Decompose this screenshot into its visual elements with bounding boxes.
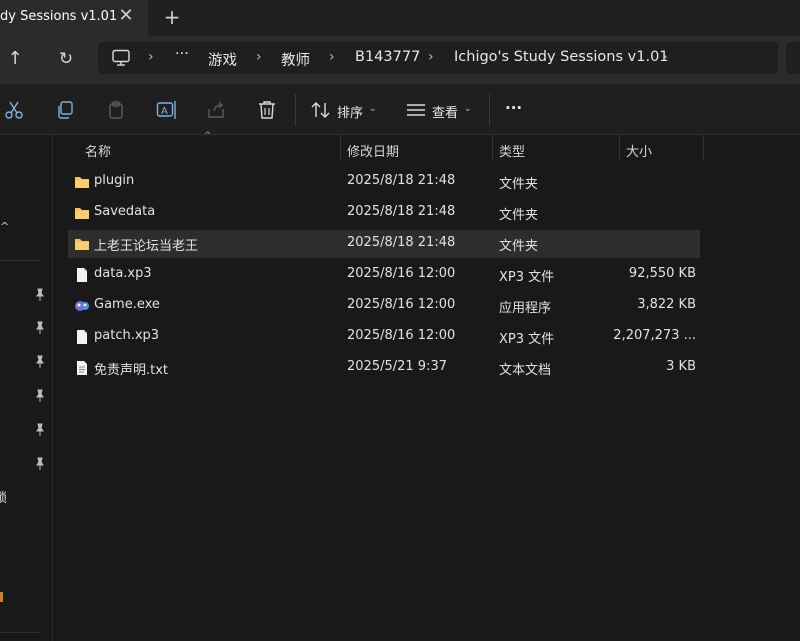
- nav-divider: [0, 260, 41, 261]
- tab-title: dy Sessions v1.01: [0, 9, 118, 24]
- file-name: data.xp3: [94, 266, 152, 281]
- breadcrumb-separator-icon[interactable]: ›: [428, 49, 434, 65]
- sort-ascending-icon: ^: [204, 131, 212, 141]
- column-header-size[interactable]: 大小: [626, 141, 652, 160]
- file-size: 92,550 KB: [628, 266, 696, 281]
- new-tab-icon[interactable]: +: [160, 4, 184, 30]
- file-type: 文件夹: [499, 177, 539, 192]
- file-modified: 2025/8/18 21:48: [347, 235, 456, 250]
- file-row-game-exe[interactable]: Game.exe 2025/8/16 12:00 应用程序 3,822 KB: [68, 292, 700, 320]
- file-modified: 2025/8/16 12:00: [347, 297, 456, 312]
- file-type: XP3 文件: [499, 270, 555, 285]
- breadcrumb-item[interactable]: 游戏: [208, 49, 237, 70]
- nav-item-fragment-icon: [0, 592, 3, 602]
- delete-icon[interactable]: [258, 100, 276, 120]
- file-row-savedata[interactable]: Savedata 2025/8/18 21:48 文件夹: [68, 199, 700, 227]
- file-icon: [77, 268, 87, 282]
- file-modified: 2025/8/16 12:00: [347, 266, 456, 281]
- file-icon: [77, 330, 87, 344]
- file-size: 2,207,273 ...: [613, 328, 696, 343]
- text-file-icon: [77, 361, 87, 375]
- pin-icon[interactable]: [33, 321, 47, 335]
- file-name: 上老王论坛当老王: [94, 239, 199, 254]
- file-modified: 2025/8/18 21:48: [347, 204, 456, 219]
- file-row-disclaimer-txt[interactable]: 免责声明.txt 2025/5/21 9:37 文本文档 3 KB: [68, 354, 700, 382]
- monitor-icon[interactable]: [111, 49, 131, 67]
- breadcrumb-separator-icon[interactable]: ›: [256, 49, 262, 65]
- sort-icon[interactable]: [311, 101, 331, 119]
- breadcrumb-item[interactable]: Ichigo's Study Sessions v1.01: [454, 49, 669, 65]
- tab-active[interactable]: dy Sessions v1.01 ✕: [0, 0, 148, 36]
- file-size: 3,822 KB: [637, 297, 696, 312]
- pin-icon[interactable]: [33, 457, 47, 471]
- file-row-laowang-forum[interactable]: 上老王论坛当老王 2025/8/18 21:48 文件夹: [68, 230, 700, 258]
- up-arrow-icon[interactable]: ↑: [6, 46, 24, 72]
- navigation-pane: [0, 135, 53, 641]
- breadcrumb-item[interactable]: 教师: [281, 49, 310, 70]
- breadcrumb-item[interactable]: B143777: [355, 49, 420, 65]
- pin-icon[interactable]: [33, 423, 47, 437]
- chevron-down-icon[interactable]: ⌄: [369, 104, 377, 114]
- folder-icon: [75, 208, 89, 219]
- pin-icon[interactable]: [33, 389, 47, 403]
- address-bar[interactable]: [98, 42, 778, 74]
- file-row-plugin[interactable]: plugin 2025/8/18 21:48 文件夹: [68, 168, 700, 196]
- column-divider[interactable]: [703, 135, 704, 161]
- file-type: 文本文档: [499, 363, 552, 378]
- search-box[interactable]: [786, 42, 800, 74]
- app-icon: [75, 301, 89, 311]
- copy-icon[interactable]: [55, 100, 75, 120]
- folder-icon: [75, 177, 89, 188]
- cut-icon[interactable]: [4, 100, 24, 120]
- breadcrumb-overflow-icon[interactable]: ···: [175, 46, 189, 62]
- column-divider[interactable]: [492, 135, 493, 161]
- toolbar-divider: [295, 94, 296, 126]
- file-type: 文件夹: [499, 239, 539, 254]
- file-modified: 2025/8/18 21:48: [347, 173, 456, 188]
- column-header-name[interactable]: 名称: [85, 141, 111, 160]
- paste-icon[interactable]: [106, 100, 126, 120]
- breadcrumb-separator-icon[interactable]: ›: [329, 49, 335, 65]
- folder-icon: [75, 239, 89, 250]
- file-type: XP3 文件: [499, 332, 555, 347]
- view-button[interactable]: 查看: [432, 102, 458, 121]
- file-name: Savedata: [94, 204, 156, 219]
- column-divider[interactable]: [619, 135, 620, 161]
- nav-divider: [0, 632, 41, 633]
- nav-expand-icon[interactable]: ^: [0, 220, 9, 233]
- toolbar-divider: [489, 94, 490, 126]
- nav-item-fragment[interactable]: 锁: [0, 487, 7, 506]
- column-divider[interactable]: [340, 135, 341, 161]
- column-header-modified[interactable]: 修改日期: [347, 141, 399, 160]
- close-tab-icon[interactable]: ✕: [116, 4, 136, 28]
- sort-button[interactable]: 排序: [337, 102, 363, 121]
- breadcrumb-separator-icon[interactable]: ›: [662, 49, 668, 65]
- file-name: Game.exe: [94, 297, 160, 312]
- file-name: patch.xp3: [94, 328, 160, 343]
- file-name: plugin: [94, 173, 135, 188]
- svg-text:A: A: [161, 106, 168, 117]
- file-row-data-xp3[interactable]: data.xp3 2025/8/16 12:00 XP3 文件 92,550 K…: [68, 261, 700, 289]
- file-type: 文件夹: [499, 208, 539, 223]
- refresh-icon[interactable]: ↻: [56, 46, 76, 72]
- file-size: 3 KB: [666, 359, 696, 374]
- file-type: 应用程序: [499, 301, 552, 316]
- chevron-down-icon[interactable]: ⌄: [464, 104, 472, 114]
- pin-icon[interactable]: [33, 288, 47, 302]
- file-modified: 2025/8/16 12:00: [347, 328, 456, 343]
- file-modified: 2025/5/21 9:37: [347, 359, 447, 374]
- file-row-patch-xp3[interactable]: patch.xp3 2025/8/16 12:00 XP3 文件 2,207,2…: [68, 323, 700, 351]
- column-header-type[interactable]: 类型: [499, 141, 525, 160]
- pin-icon[interactable]: [33, 355, 47, 369]
- share-icon[interactable]: [206, 100, 226, 120]
- more-options-icon[interactable]: ···: [505, 99, 522, 117]
- view-icon[interactable]: [406, 102, 426, 118]
- rename-icon[interactable]: A: [156, 100, 178, 120]
- breadcrumb-separator-icon[interactable]: ›: [148, 49, 154, 65]
- file-name: 免责声明.txt: [94, 363, 169, 378]
